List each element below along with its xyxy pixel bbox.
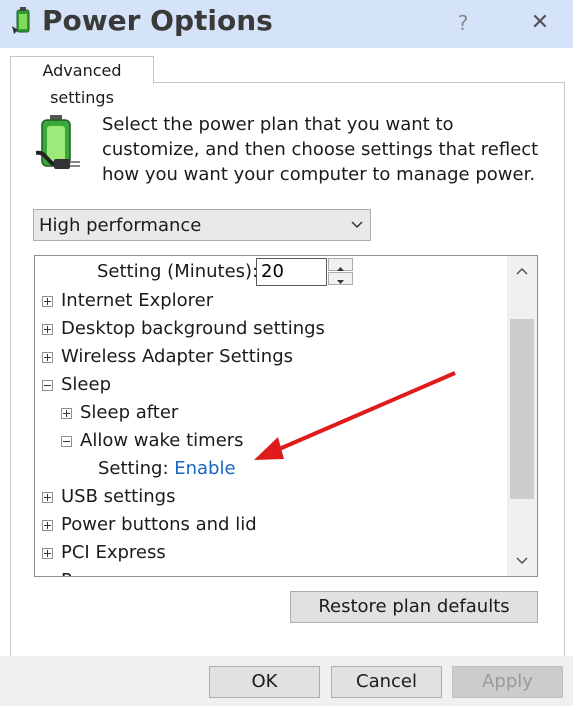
wake-setting-label: Setting:	[98, 458, 175, 479]
expand-icon[interactable]	[42, 548, 53, 559]
tree-item-label: Sleep	[61, 374, 112, 395]
wake-timer-setting-row: Setting: Enable	[98, 456, 236, 482]
scrollbar-thumb[interactable]	[510, 319, 534, 499]
power-options-icon	[12, 7, 30, 34]
expand-icon[interactable]	[42, 576, 53, 577]
expand-icon[interactable]	[42, 296, 53, 307]
tree-item-label: Sleep after	[80, 402, 179, 423]
window-title: Power Options	[42, 4, 273, 37]
intro-text: Select the power plan that you want to c…	[102, 114, 539, 185]
cancel-button[interactable]: Cancel	[331, 666, 442, 698]
ok-button[interactable]: OK	[209, 666, 320, 698]
scroll-up-icon[interactable]	[515, 266, 529, 276]
vertical-scrollbar[interactable]	[507, 256, 537, 576]
settings-tree[interactable]: Setting (Minutes): 20 Internet Explorer …	[34, 255, 538, 577]
tree-item-label: Power buttons and lid	[61, 514, 257, 535]
tree-item-label: P	[61, 568, 72, 576]
tree-item-label: Wireless Adapter Settings	[61, 346, 293, 367]
collapse-icon[interactable]	[42, 380, 53, 391]
expand-icon[interactable]	[42, 324, 53, 335]
tree-item-label: Internet Explorer	[61, 290, 214, 311]
tree-item-label: Desktop background settings	[61, 318, 325, 339]
spin-up-button[interactable]	[328, 258, 353, 271]
power-plan-value: High performance	[39, 215, 202, 236]
help-button[interactable]: ?	[448, 8, 478, 38]
collapse-icon[interactable]	[61, 436, 72, 447]
tree-item-label: Allow wake timers	[80, 430, 244, 451]
wake-setting-value-link[interactable]: Enable	[174, 458, 235, 479]
tree-item-label: USB settings	[61, 486, 176, 507]
setting-minutes-input[interactable]: 20	[256, 258, 327, 286]
expand-icon[interactable]	[61, 408, 72, 419]
tab-advanced-settings[interactable]: Advanced settings	[10, 56, 154, 107]
tree-item-label: PCI Express	[61, 542, 166, 563]
restore-defaults-button[interactable]: Restore plan defaults	[290, 591, 538, 623]
expand-icon[interactable]	[42, 520, 53, 531]
setting-minutes-label: Setting (Minutes):	[97, 261, 259, 282]
apply-button[interactable]: Apply	[452, 666, 563, 698]
battery-plug-icon	[36, 115, 80, 169]
scroll-down-icon[interactable]	[515, 556, 529, 566]
spin-down-button[interactable]	[328, 272, 353, 285]
close-button[interactable]: ✕	[522, 8, 558, 38]
chevron-down-icon	[351, 221, 363, 229]
expand-icon[interactable]	[42, 352, 53, 363]
power-plan-dropdown[interactable]: High performance	[33, 209, 371, 241]
expand-icon[interactable]	[42, 492, 53, 503]
title-bar: Power Options ? ✕	[0, 0, 573, 48]
